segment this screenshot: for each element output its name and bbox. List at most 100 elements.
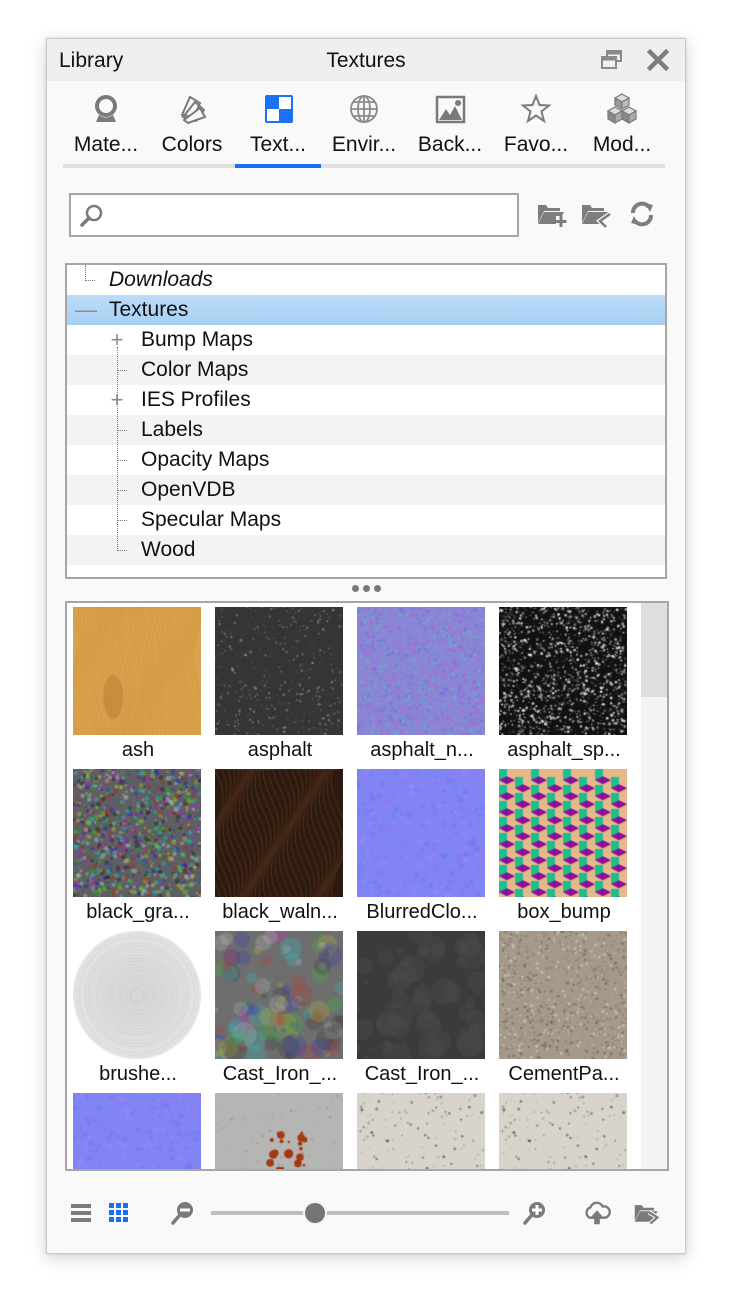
folder-export-icon (634, 1205, 661, 1226)
texture-item[interactable]: asphalt_sp... (493, 603, 635, 765)
texture-thumbnail (499, 931, 627, 1059)
tree-connector (85, 280, 95, 281)
texture-thumbnail (499, 607, 627, 735)
tree-item-wood[interactable]: Wood (67, 535, 665, 565)
texture-item[interactable]: Cast_Iron_... (351, 927, 493, 1089)
texture-item[interactable]: asphalt_n... (351, 603, 493, 765)
texture-thumbnail (357, 1093, 485, 1169)
texture-name: asphalt_sp... (507, 739, 621, 761)
tree-item-label: Downloads (109, 268, 213, 291)
restore-window-button[interactable] (599, 47, 625, 73)
scrollbar-thumb[interactable] (641, 603, 667, 697)
grid-icon-square (123, 1203, 128, 1208)
tree-item-ies-profiles[interactable]: + IES Profiles (67, 385, 665, 415)
thumbnail-size-slider[interactable] (211, 1211, 509, 1215)
texture-item[interactable]: black_waln... (209, 765, 351, 927)
star-icon (520, 93, 552, 124)
tab-rail (63, 164, 665, 168)
splitter-dot (362, 585, 370, 592)
texture-item[interactable] (209, 1089, 351, 1169)
pane-splitter[interactable] (349, 585, 383, 595)
tree-connector (117, 490, 127, 491)
library-window: Library Textures Mate... Colors Text... Env… (46, 38, 686, 1254)
window-title: Library (59, 49, 124, 72)
list-view-icon (71, 1204, 91, 1222)
texture-item[interactable]: box_bump (493, 765, 635, 927)
list-view-button[interactable] (67, 1199, 95, 1227)
zoom-in-icon (523, 1202, 545, 1225)
tree-item-label: Textures (109, 298, 189, 321)
texture-thumbnail (215, 1093, 343, 1169)
tree-item-downloads[interactable]: Downloads (67, 265, 665, 295)
tab-models[interactable]: Mod... (579, 91, 665, 167)
zoom-out-icon (171, 1202, 193, 1225)
tree-item-bump-maps[interactable]: + Bump Maps (67, 325, 665, 355)
thumbnail-size-slider-knob[interactable] (305, 1203, 326, 1223)
texture-item[interactable]: black_gra... (67, 765, 209, 927)
import-folder-button[interactable] (579, 197, 613, 231)
refresh-icon (631, 201, 653, 227)
texture-name: black_gra... (86, 901, 190, 923)
grid-icon-square (116, 1217, 121, 1222)
tab-materials[interactable]: Mate... (63, 91, 149, 167)
texture-thumbnail (73, 607, 201, 735)
texture-item[interactable] (351, 1089, 493, 1169)
tab-label: Favo... (503, 133, 569, 156)
tree-item-specular-maps[interactable]: Specular Maps (67, 505, 665, 535)
category-tabs: Mate... Colors Text... Envir... Back... Favo.… (63, 91, 667, 167)
texture-name: asphalt (247, 739, 313, 761)
texture-thumbnail (357, 607, 485, 735)
texture-name: CementPa... (508, 1063, 620, 1085)
tree-connector (117, 550, 127, 551)
grid-view-button[interactable] (105, 1199, 133, 1227)
tab-label: Text... (249, 133, 307, 156)
refresh-button[interactable] (625, 197, 659, 231)
collapse-icon[interactable]: — (75, 295, 97, 325)
search-input[interactable] (107, 195, 511, 237)
tree-guide (85, 265, 86, 281)
texture-thumbnail (499, 1093, 627, 1169)
tree-item-color-maps[interactable]: Color Maps (67, 355, 665, 385)
texture-item[interactable]: CementPa... (493, 927, 635, 1089)
tab-textures[interactable]: Text... (235, 91, 321, 167)
tab-favorites[interactable]: Favo... (493, 91, 579, 167)
tab-backplates[interactable]: Back... (407, 91, 493, 167)
tree-item-label: OpenVDB (141, 478, 236, 501)
zoom-in-button[interactable] (521, 1199, 549, 1227)
tab-colors[interactable]: Colors (149, 91, 235, 167)
zoom-out-button[interactable] (169, 1199, 197, 1227)
panel-title: Textures (326, 49, 406, 72)
tree-item-labels[interactable]: Labels (67, 415, 665, 445)
tab-environments[interactable]: Envir... (321, 91, 407, 167)
search-icon (80, 204, 103, 227)
close-button[interactable] (645, 47, 671, 73)
texture-thumbnail (357, 931, 485, 1059)
texture-name: BlurredClo... (366, 901, 478, 923)
export-folder-button[interactable] (633, 1199, 661, 1227)
texture-thumbnail (357, 769, 485, 897)
texture-item[interactable]: Cast_Iron_... (209, 927, 351, 1089)
tab-label: Envir... (331, 133, 397, 156)
title-bar[interactable]: Library Textures (47, 39, 685, 81)
texture-item[interactable] (67, 1089, 209, 1169)
texture-name: Cast_Iron_... (222, 1063, 338, 1085)
add-folder-button[interactable] (535, 197, 569, 231)
tree-item-openvdb[interactable]: OpenVDB (67, 475, 665, 505)
grid-icon-square (116, 1210, 121, 1215)
cloud-upload-button[interactable] (583, 1199, 611, 1227)
texture-name: brushe... (99, 1063, 177, 1085)
texture-item[interactable] (493, 1089, 635, 1169)
grid-view-icon (109, 1203, 128, 1222)
texture-item[interactable]: BlurredClo... (351, 765, 493, 927)
texture-item[interactable]: ash (67, 603, 209, 765)
texture-name: Cast_Iron_... (364, 1063, 480, 1085)
texture-thumbnail (499, 769, 627, 897)
texture-item[interactable]: brushe... (67, 927, 209, 1089)
cubes-icon (606, 93, 638, 125)
tree-item-opacity-maps[interactable]: Opacity Maps (67, 445, 665, 475)
tree-item-label: Bump Maps (141, 328, 254, 351)
texture-item[interactable]: asphalt (209, 603, 351, 765)
tab-label: Back... (417, 133, 483, 156)
search-box[interactable] (69, 193, 519, 237)
tree-item-textures[interactable]: — Textures (67, 295, 665, 325)
